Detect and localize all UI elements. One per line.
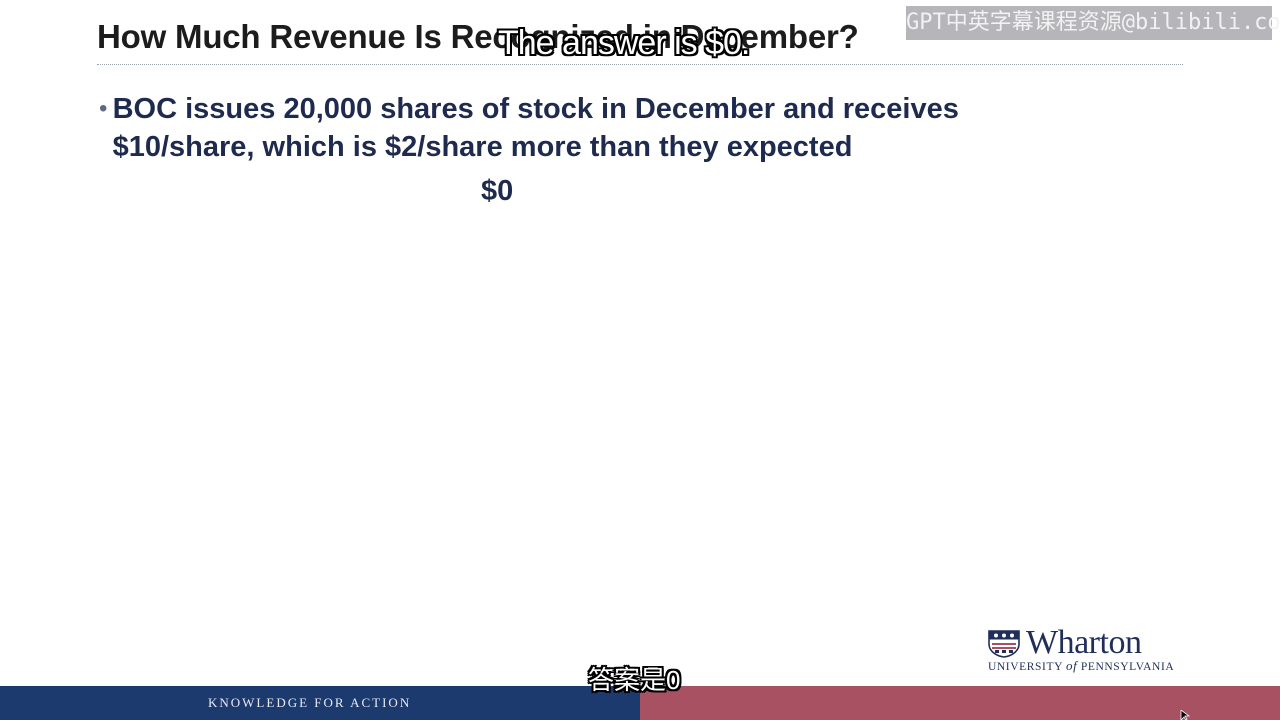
bullet-text: BOC issues 20,000 shares of stock in Dec… (112, 93, 959, 163)
footer-tagline: KNOWLEDGE FOR ACTION (208, 695, 412, 710)
bullet-item: • BOC issues 20,000 shares of stock in D… (99, 90, 1099, 166)
mouse-cursor-icon (1180, 710, 1190, 720)
logo-wordmark: Wharton (1026, 624, 1142, 661)
logo-university-suffix: PENNSYLVANIA (1077, 661, 1175, 673)
wharton-logo: Wharton UNIVERSITY of PENNSYLVANIA (988, 624, 1188, 674)
bullet-dot-icon: • (99, 95, 108, 122)
logo-university-line: UNIVERSITY of PENNSYLVANIA (988, 658, 1174, 674)
subtitle-chinese: 答案是0 (588, 665, 681, 695)
logo-university-prefix: UNIVERSITY (988, 661, 1067, 673)
watermark: GPT中英字幕课程资源@bilibili.com (906, 6, 1280, 40)
answer-text: $0 (481, 175, 514, 207)
title-divider (97, 64, 1183, 65)
subtitle-english: The answer is $0. (498, 24, 750, 62)
penn-shield-icon (988, 630, 1020, 658)
logo-university-of: of (1066, 658, 1078, 673)
slide: How Much Revenue Is Recognized in Decemb… (0, 0, 1280, 720)
